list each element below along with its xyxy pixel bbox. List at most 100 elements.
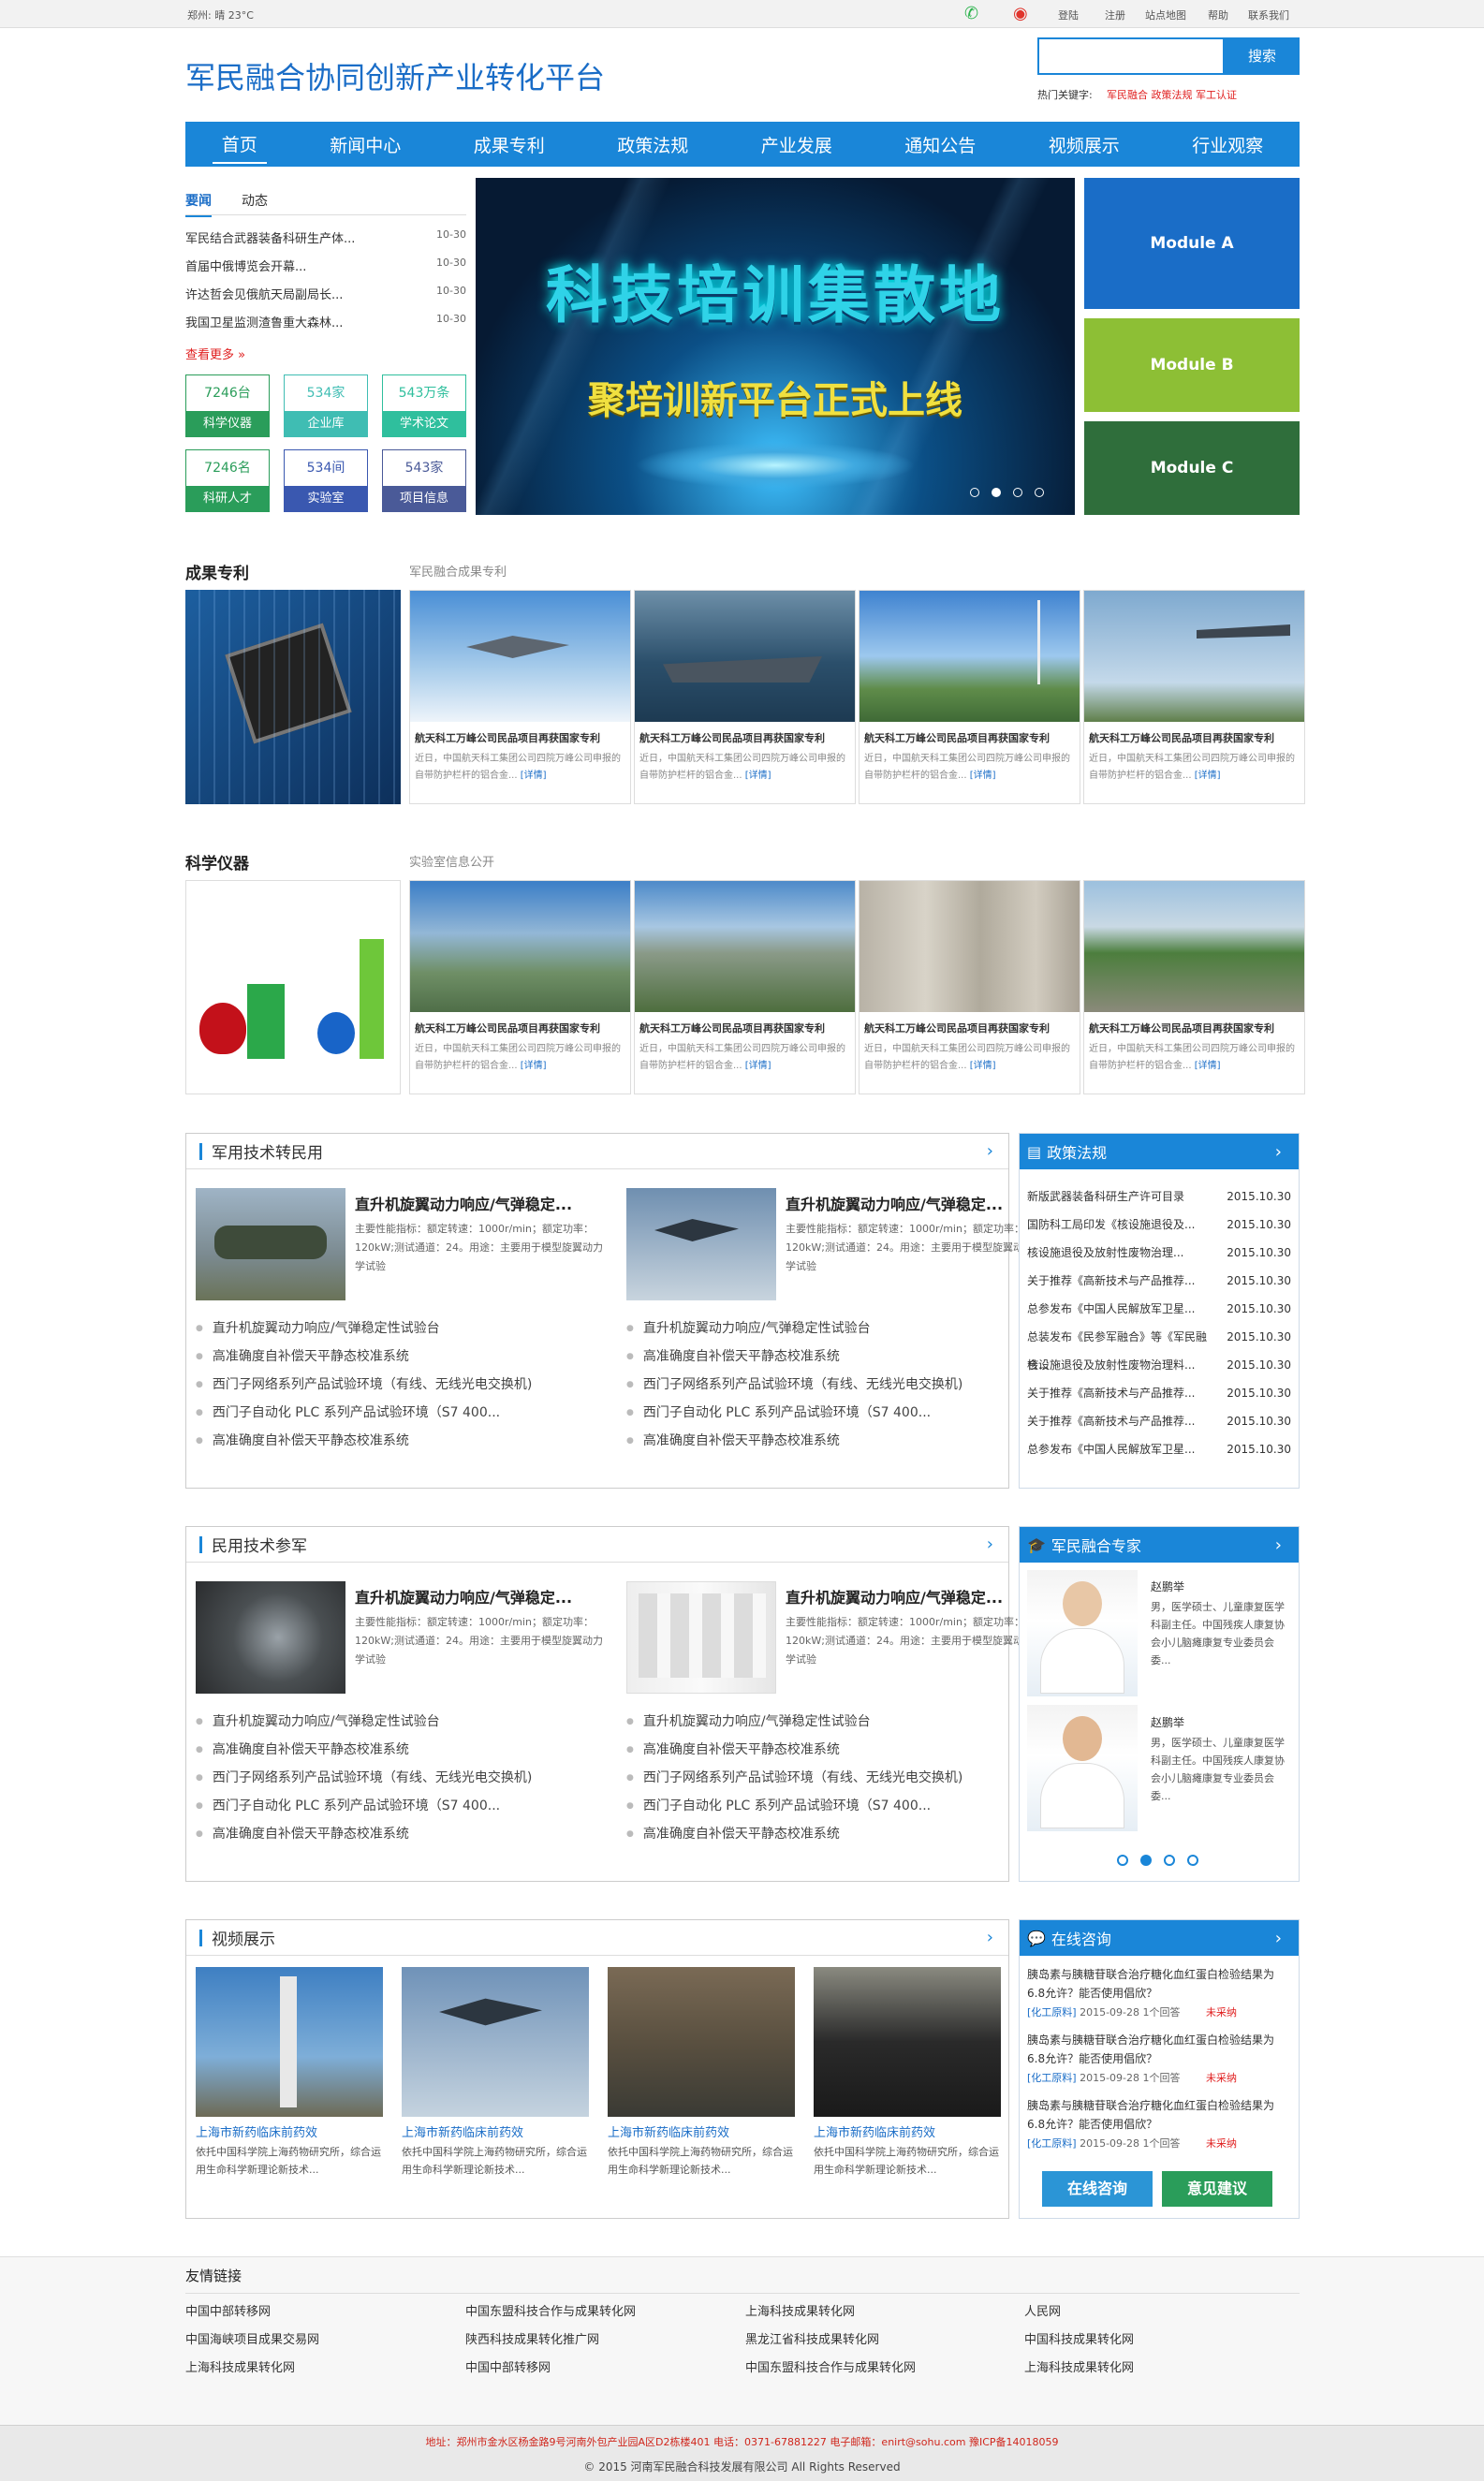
friend-link[interactable]: 上海科技成果转化网 [1024, 2357, 1134, 2375]
stat-papers[interactable]: 543万条 学术论文 [382, 374, 466, 437]
card-more-link[interactable]: [详情] [521, 771, 547, 781]
chevron-right-icon[interactable]: › [1275, 1142, 1282, 1162]
video-title[interactable]: 上海市新药临床前药效 [402, 2122, 523, 2140]
carousel-dot-active[interactable] [1140, 1855, 1152, 1866]
news-item[interactable]: 我国卫星监测渣鲁重大森林... 10-30 [185, 313, 466, 341]
list-item[interactable]: 西门子网络系列产品试验环境（有线、无线光电交换机) [196, 1371, 589, 1399]
list-item[interactable]: 高准确度自补偿天平静态校准系统 [196, 1343, 589, 1371]
friend-link[interactable]: 上海科技成果转化网 [185, 2357, 295, 2375]
category-tag[interactable]: [化工原料] [1027, 2006, 1077, 2019]
chip-image[interactable] [185, 590, 401, 804]
feature-item[interactable]: 直升机旋翼动力响应/气弹稳定... 主要性能指标：额定转速：1000r/min；… [196, 1581, 608, 1694]
policy-item[interactable]: 核设施退役及放射性废物治理料... 2015.10.30 [1027, 1351, 1291, 1379]
lab-card[interactable]: 航天科工万峰公司民品项目再获国家专利 近日，中国航天科工集团公司四院万峰公司申报… [409, 880, 631, 1094]
expert-photo[interactable] [1027, 1570, 1138, 1696]
card-more-link[interactable]: [详情] [970, 771, 996, 781]
chevron-right-icon[interactable]: › [1275, 1929, 1282, 1948]
soldiers-video-thumb[interactable] [814, 1967, 1001, 2117]
feature-item[interactable]: 直升机旋翼动力响应/气弹稳定... 主要性能指标：额定转速：1000r/min；… [196, 1188, 608, 1300]
feedback-button[interactable]: 意见建议 [1162, 2171, 1272, 2207]
list-item[interactable]: 高准确度自补偿天平静态校准系统 [196, 1820, 589, 1848]
list-item[interactable]: 西门子网络系列产品试验环境（有线、无线光电交换机) [626, 1371, 1001, 1399]
video-title[interactable]: 上海市新药临床前药效 [814, 2122, 935, 2140]
module-b[interactable]: Module B [1084, 318, 1300, 412]
help-link[interactable]: 帮助 [1208, 7, 1228, 22]
patent-card[interactable]: 航天科工万峰公司民品项目再获国家专利 近日，中国航天科工集团公司四院万峰公司申报… [634, 590, 856, 804]
list-item[interactable]: 高准确度自补偿天平静态校准系统 [196, 1427, 589, 1455]
list-item[interactable]: 西门子网络系列产品试验环境（有线、无线光电交换机) [196, 1764, 589, 1792]
friend-link[interactable]: 中国海峡项目成果交易网 [185, 2329, 319, 2347]
patent-card[interactable]: 航天科工万峰公司民品项目再获国家专利 近日，中国航天科工集团公司四院万峰公司申报… [859, 590, 1080, 804]
consult-item[interactable]: 胰岛素与胰糖苷联合治疗糖化血红蛋白检验结果为6.8允许？能否使用倡欣？ [化工原… [1027, 1965, 1291, 2019]
expert-name[interactable]: 赵鹏举 [1151, 1714, 1184, 1730]
stat-instruments[interactable]: 7246台 科学仪器 [185, 374, 270, 437]
category-tag[interactable]: [化工原料] [1027, 2072, 1077, 2084]
card-more-link[interactable]: [详情] [521, 1061, 547, 1071]
news-item[interactable]: 首届中俄博览会开幕... 10-30 [185, 257, 466, 285]
tab-headlines[interactable]: 要闻 [185, 191, 212, 217]
list-item[interactable]: 高准确度自补偿天平静态校准系统 [626, 1736, 1001, 1764]
nav-policy[interactable]: 政策法规 [608, 126, 698, 163]
stat-projects[interactable]: 543家 项目信息 [382, 449, 466, 512]
list-item[interactable]: 高准确度自补偿天平静态校准系统 [626, 1820, 1001, 1848]
flasks-image[interactable] [185, 880, 401, 1094]
patent-card[interactable]: 航天科工万峰公司民品项目再获国家专利 近日，中国航天科工集团公司四院万峰公司申报… [1083, 590, 1305, 804]
login-link[interactable]: 登陆 [1058, 7, 1079, 22]
list-item[interactable]: 西门子网络系列产品试验环境（有线、无线光电交换机) [626, 1764, 1001, 1792]
video-title[interactable]: 上海市新药临床前药效 [196, 2122, 317, 2140]
card-more-link[interactable]: [详情] [745, 771, 771, 781]
stat-enterprises[interactable]: 534家 企业库 [284, 374, 368, 437]
weibo-icon[interactable]: ◉ [1013, 4, 1028, 23]
policy-item[interactable]: 关于推荐《高新技术与产品推荐... 2015.10.30 [1027, 1407, 1291, 1435]
tank-video-thumb[interactable] [608, 1967, 795, 2117]
module-c[interactable]: Module C [1084, 421, 1300, 515]
feature-title[interactable]: 直升机旋翼动力响应/气弹稳定... [355, 1585, 608, 1608]
card-more-link[interactable]: [详情] [745, 1061, 771, 1071]
carousel-dot[interactable] [1164, 1855, 1175, 1866]
banner-dot[interactable] [1013, 488, 1022, 497]
friend-link[interactable]: 中国中部转移网 [465, 2357, 551, 2375]
hot-keywords[interactable]: 军民融合 政策法规 军工认证 [1107, 87, 1237, 102]
banner-dot[interactable] [1035, 488, 1044, 497]
jets-video-thumb[interactable] [402, 1967, 589, 2117]
module-a[interactable]: Module A [1084, 178, 1300, 309]
online-consult-button[interactable]: 在线咨询 [1042, 2171, 1153, 2207]
news-item[interactable]: 许达哲会见俄航天局副局长... 10-30 [185, 285, 466, 313]
patent-card[interactable]: 航天科工万峰公司民品项目再获国家专利 近日，中国航天科工集团公司四院万峰公司申报… [409, 590, 631, 804]
nav-notices[interactable]: 通知公告 [895, 126, 985, 163]
nav-observe[interactable]: 行业观察 [1183, 126, 1272, 163]
search-input[interactable] [1037, 37, 1225, 75]
carousel-dot[interactable] [1117, 1855, 1128, 1866]
list-item[interactable]: 高准确度自补偿天平静态校准系统 [196, 1736, 589, 1764]
friend-link[interactable]: 上海科技成果转化网 [745, 2301, 855, 2319]
feature-title[interactable]: 直升机旋翼动力响应/气弹稳定... [355, 1192, 608, 1214]
register-link[interactable]: 注册 [1105, 7, 1125, 22]
expert-name[interactable]: 赵鹏举 [1151, 1578, 1184, 1594]
banner-dot[interactable] [970, 488, 979, 497]
friend-link[interactable]: 中国中部转移网 [185, 2301, 271, 2319]
policy-item[interactable]: 核设施退役及放射性废物治理... 2015.10.30 [1027, 1239, 1291, 1267]
sitemap-link[interactable]: 站点地图 [1145, 7, 1186, 22]
nav-home[interactable]: 首页 [212, 125, 267, 164]
list-item[interactable]: 高准确度自补偿天平静态校准系统 [626, 1427, 1001, 1455]
chevron-right-icon[interactable]: › [987, 1534, 993, 1554]
friend-link[interactable]: 中国东盟科技合作与成果转化网 [465, 2301, 636, 2319]
policy-item[interactable]: 关于推荐《高新技术与产品推荐... 2015.10.30 [1027, 1267, 1291, 1295]
carousel-dot[interactable] [1187, 1855, 1198, 1866]
list-item[interactable]: 高准确度自补偿天平静态校准系统 [626, 1343, 1001, 1371]
feature-item[interactable]: 直升机旋翼动力响应/气弹稳定... 主要性能指标：额定转速：1000r/min；… [626, 1581, 1038, 1694]
news-item[interactable]: 军民结合武器装备科研生产体... 10-30 [185, 228, 466, 257]
consult-item[interactable]: 胰岛素与胰糖苷联合治疗糖化血红蛋白检验结果为6.8允许？能否使用倡欣？ [化工原… [1027, 2096, 1291, 2151]
feature-title[interactable]: 直升机旋翼动力响应/气弹稳定... [786, 1585, 1038, 1608]
policy-item[interactable]: 总参发布《中国人民解放军卫星... 2015.10.30 [1027, 1295, 1291, 1323]
list-item[interactable]: 西门子自动化 PLC 系列产品试验环境（S7 400... [626, 1399, 1001, 1427]
wechat-icon[interactable]: ✆ [964, 4, 978, 23]
news-more-link[interactable]: 查看更多 » [185, 345, 245, 362]
expert-photo[interactable] [1027, 1705, 1138, 1831]
policy-item[interactable]: 总装发布《民参军融合》等《军民融合... 2015.10.30 [1027, 1323, 1291, 1372]
nav-video[interactable]: 视频展示 [1039, 126, 1129, 163]
lab-card[interactable]: 航天科工万峰公司民品项目再获国家专利 近日，中国航天科工集团公司四院万峰公司申报… [634, 880, 856, 1094]
list-item[interactable]: 直升机旋翼动力响应/气弹稳定性试验台 [626, 1314, 1001, 1343]
contact-link[interactable]: 联系我们 [1248, 7, 1289, 22]
lab-card[interactable]: 航天科工万峰公司民品项目再获国家专利 近日，中国航天科工集团公司四院万峰公司申报… [859, 880, 1080, 1094]
